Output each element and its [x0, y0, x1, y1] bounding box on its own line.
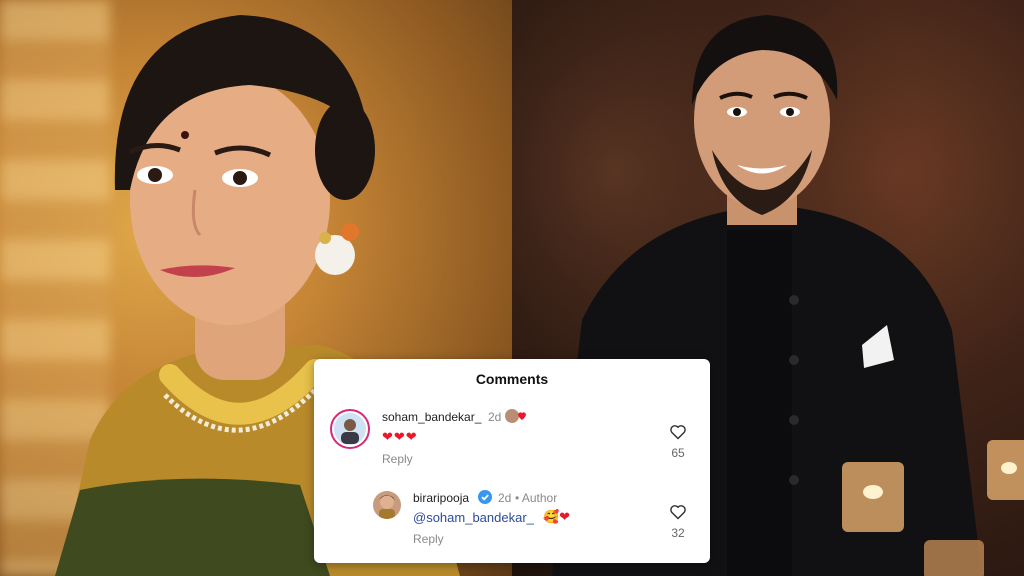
- comments-card: Comments soham_bandekar_ 2d ❤❤❤ Reply 65…: [314, 359, 710, 563]
- reaction-icon: [505, 408, 527, 424]
- reply-time: 2d: [498, 491, 512, 505]
- reply-button[interactable]: Reply: [382, 452, 413, 466]
- reply-username[interactable]: biraripooja: [413, 491, 469, 505]
- heart-outline-icon[interactable]: [669, 504, 687, 525]
- comment-text: ❤❤❤: [382, 429, 418, 444]
- reply-emoji-text: 🥰❤: [543, 509, 571, 524]
- comment-time: 2d: [488, 410, 502, 424]
- like-count: 65: [671, 446, 685, 460]
- author-avatar[interactable]: [373, 491, 401, 519]
- reply-button[interactable]: Reply: [413, 532, 444, 546]
- reply-mention[interactable]: @soham_bandekar_: [413, 510, 534, 525]
- comments-title: Comments: [475, 371, 549, 387]
- comment-username[interactable]: soham_bandekar_: [382, 410, 481, 424]
- like-count: 32: [671, 526, 685, 540]
- heart-outline-icon[interactable]: [669, 424, 687, 445]
- verified-badge-icon: [478, 490, 492, 504]
- author-tag: • Author: [515, 491, 558, 505]
- commenter-avatar[interactable]: [330, 409, 370, 449]
